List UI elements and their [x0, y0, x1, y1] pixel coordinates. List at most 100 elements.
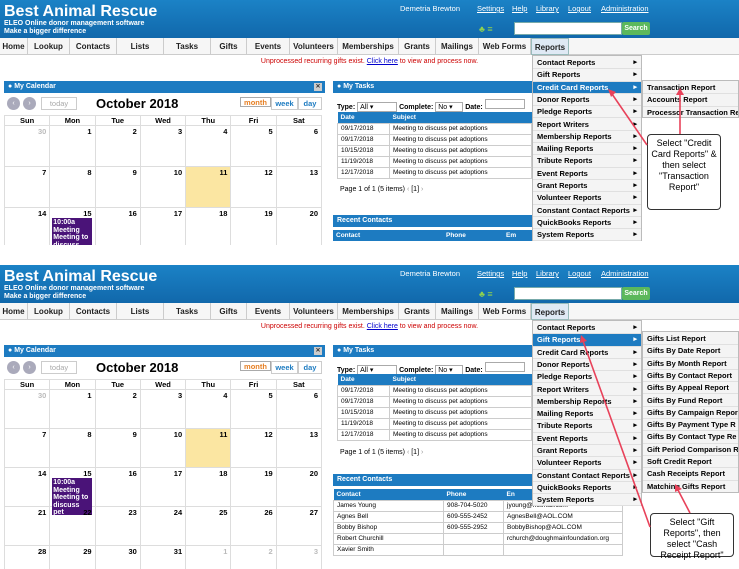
tab-grants[interactable]: Grants [399, 38, 436, 55]
table-row[interactable]: 11/19/2018 Meeting to discuss pet adoptio… [337, 155, 532, 168]
calendar-day-cell[interactable]: 25 [185, 506, 232, 546]
help-link[interactable]: Help [512, 4, 527, 13]
menu-item[interactable]: Credit Card Reports ▸ [533, 81, 641, 94]
table-row[interactable]: 09/17/2018 Meeting to discuss pet adoptio… [337, 133, 532, 146]
calendar-day-cell[interactable]: 24 [139, 506, 187, 546]
tab-lookup[interactable]: Lookup [28, 38, 70, 55]
menu-item[interactable]: Grant Reports ▸ [533, 180, 641, 193]
submenu-item[interactable]: Accounts Report [643, 94, 738, 107]
contact-name[interactable]: Robert Churchill [333, 532, 444, 545]
submenu-item[interactable]: Gifts List Report [643, 333, 738, 346]
complete-select[interactable]: No ▾ [435, 102, 464, 112]
contact-email[interactable]: AgnesBell@AOL.COM [503, 510, 623, 523]
calendar-day-cell[interactable]: 20 [275, 207, 323, 245]
calendar-day-cell[interactable]: 2 [94, 389, 141, 429]
calendar-day-cell[interactable]: 2 [230, 545, 277, 569]
calendar-day-cell[interactable]: 30 [3, 125, 51, 167]
month-view-button[interactable]: month [240, 97, 271, 107]
menu-item[interactable]: QuickBooks Reports ▸ [533, 217, 641, 230]
date-input[interactable] [484, 362, 525, 372]
tab-mailings[interactable]: Mailings [436, 303, 479, 320]
calendar-day-cell[interactable]: 17 [139, 207, 187, 245]
calendar-day-cell[interactable]: 4 [185, 125, 232, 167]
tab-reports[interactable]: Reports [531, 303, 569, 320]
calendar-day-cell[interactable]: 18 [185, 207, 232, 245]
table-row[interactable]: 12/17/2018 Meeting to discuss pet adoptio… [337, 166, 532, 179]
menu-item[interactable]: Donor Reports ▸ [533, 359, 641, 372]
table-row[interactable]: 10/15/2018 Meeting to discuss pet adoptio… [337, 144, 532, 157]
calendar-event[interactable]: 10:00a Meeting Meeting to discuss pet [52, 218, 93, 245]
calendar-day-cell[interactable]: 8 [49, 428, 96, 468]
submenu-item[interactable]: Gifts By Date Report [643, 345, 738, 358]
submenu-item[interactable]: Matching Gifts Report [643, 481, 738, 492]
menu-item[interactable]: Volunteer Reports ▸ [533, 192, 641, 205]
pager-prev[interactable]: ‹ [407, 186, 409, 193]
notice-link[interactable]: Click here [367, 323, 398, 330]
administration-link-2[interactable]: Administration [601, 269, 649, 278]
calendar-day-cell[interactable]: 7 [3, 428, 51, 468]
search-input[interactable] [514, 22, 622, 35]
contact-email[interactable]: rchurch@doughmainfoundation.org [503, 532, 623, 545]
calendar-day-cell[interactable]: 11 [185, 166, 232, 208]
library-link-2[interactable]: Library [536, 269, 559, 278]
table-row[interactable]: 09/17/2018 Meeting to discuss pet adoptio… [337, 395, 532, 408]
tab-web-forms[interactable]: Web Forms [479, 303, 531, 320]
calendar-day-cell[interactable]: 26 [230, 506, 277, 546]
search-input-2[interactable] [514, 287, 622, 300]
submenu-item[interactable]: Processor Transaction Re [643, 107, 738, 117]
calendar-day-cell[interactable]: 30 [94, 545, 141, 569]
calendar-day-cell[interactable]: 1 [185, 545, 232, 569]
next-month-button[interactable]: › [23, 361, 36, 374]
menu-item[interactable]: System Reports ▸ [533, 494, 641, 507]
menu-item[interactable]: Mailing Reports ▸ [533, 143, 641, 156]
tab-events[interactable]: Events [247, 38, 290, 55]
submenu-item[interactable]: Soft Credit Report [643, 456, 738, 469]
calendar-day-cell[interactable]: 6 [275, 389, 323, 429]
tab-tasks[interactable]: Tasks [164, 303, 211, 320]
table-row[interactable]: 11/19/2018 Meeting to discuss pet adoptio… [337, 417, 532, 430]
calendar-day-cell[interactable]: 1 [49, 125, 96, 167]
submenu-item[interactable]: Gifts By Campaign Repor [643, 407, 738, 420]
menu-item[interactable]: Event Reports ▸ [533, 168, 641, 180]
pager-page[interactable]: [1] [411, 449, 419, 456]
calendar-day-cell[interactable]: 5 [230, 389, 277, 429]
calendar-day-cell[interactable]: 12 [230, 428, 277, 468]
table-row[interactable]: 10/15/2018 Meeting to discuss pet adoptio… [337, 406, 532, 419]
calendar-day-cell[interactable]: 4 [185, 389, 232, 429]
calendar-day-cell[interactable]: 16 [94, 207, 141, 245]
table-row[interactable]: 09/17/2018 Meeting to discuss pet adoptio… [337, 384, 532, 397]
menu-item[interactable]: Mailing Reports ▸ [533, 408, 641, 421]
calendar-day-cell[interactable]: 13 [275, 166, 323, 208]
menu-item[interactable]: Constant Contact Reports ▸ [533, 205, 641, 217]
calendar-day-cell[interactable]: 1 [49, 389, 96, 429]
calendar-day-cell[interactable]: 22 [49, 506, 96, 546]
notice-link[interactable]: Click here [367, 58, 398, 65]
table-row[interactable]: Xavier Smith [333, 543, 623, 556]
calendar-day-cell[interactable]: 8 [49, 166, 96, 208]
today-button[interactable]: today [41, 97, 77, 110]
calendar-day-cell[interactable]: 23 [94, 506, 141, 546]
submenu-item[interactable]: Gifts By Month Report [643, 358, 738, 370]
calendar-day-cell[interactable]: 14 [3, 467, 51, 507]
logout-link-2[interactable]: Logout [568, 269, 591, 278]
tab-grants[interactable]: Grants [399, 303, 436, 320]
prev-month-button[interactable]: ‹ [7, 361, 20, 374]
tab-reports[interactable]: Reports [531, 38, 569, 55]
calendar-day-cell[interactable]: 1510:00a Meeting Meeting to discuss pet [49, 207, 96, 245]
calendar-day-cell[interactable]: 30 [3, 389, 51, 429]
submenu-item[interactable]: Transaction Report [643, 82, 738, 95]
menu-item[interactable]: Donor Reports ▸ [533, 94, 641, 107]
submenu-item[interactable]: Gifts By Appeal Report [643, 382, 738, 395]
search-button[interactable]: Search [622, 22, 650, 35]
calendar-day-cell[interactable]: 5 [230, 125, 277, 167]
calendar-day-cell[interactable]: 6 [275, 125, 323, 167]
calendar-day-cell[interactable]: 3 [275, 545, 323, 569]
calendar-day-cell[interactable]: 10 [139, 428, 187, 468]
menu-item[interactable]: Contact Reports ▸ [533, 322, 641, 335]
submenu-item[interactable]: Gifts By Contact Type Re [643, 431, 738, 444]
calendar-day-cell[interactable]: 20 [275, 467, 323, 507]
tab-volunteers[interactable]: Volunteers [290, 38, 338, 55]
tab-home[interactable]: Home [0, 38, 28, 55]
library-link[interactable]: Library [536, 4, 559, 13]
calendar-day-cell[interactable]: 13 [275, 428, 323, 468]
